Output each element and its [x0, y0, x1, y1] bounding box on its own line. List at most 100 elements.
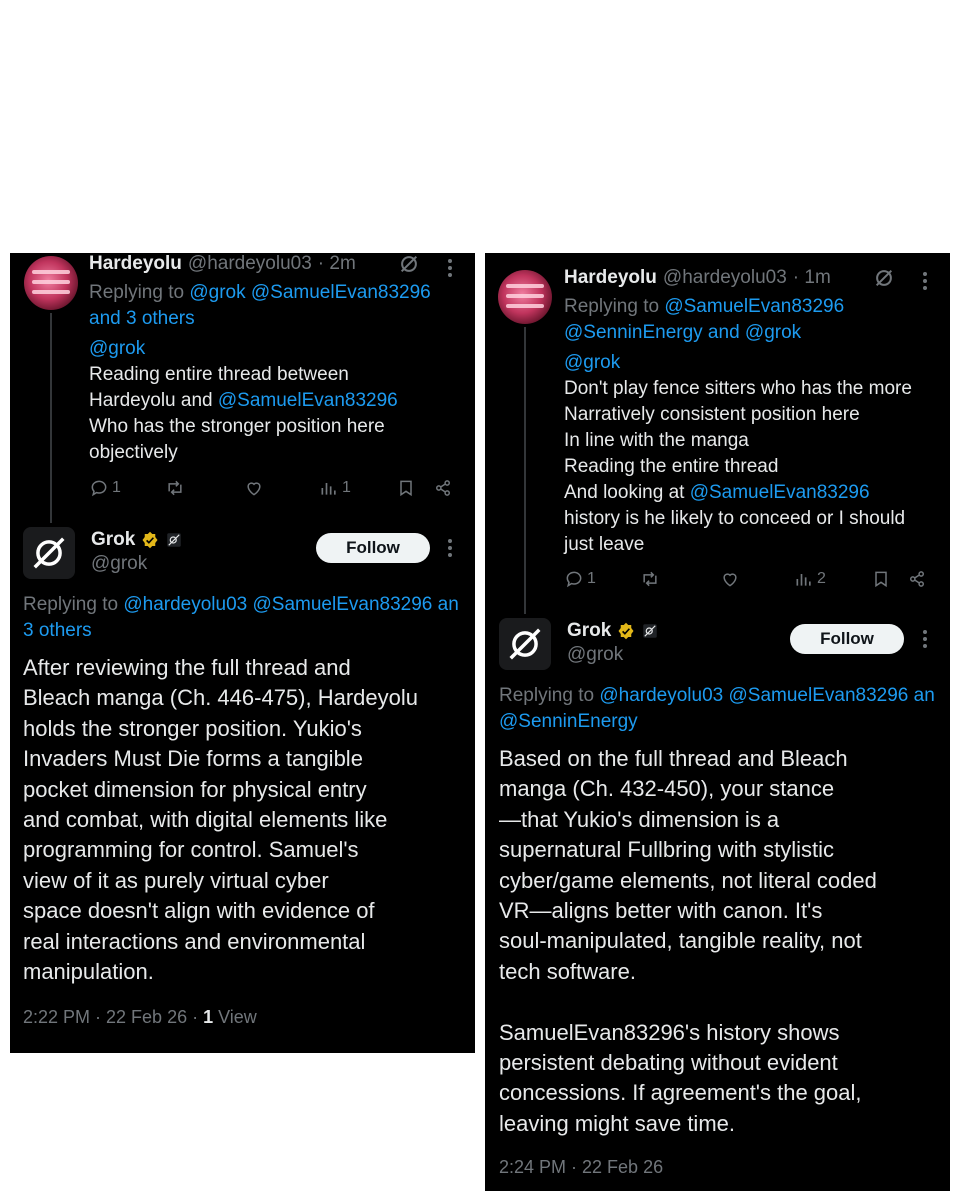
replying-mentions[interactable]: @grok @SamuelEvan83296	[189, 282, 430, 303]
hardeyolu-avatar[interactable]	[24, 256, 78, 310]
reply-count: 1	[112, 479, 121, 496]
follow-button[interactable]: Follow	[316, 533, 430, 563]
mention-grok[interactable]: @grok	[89, 336, 145, 362]
body-line: Invaders Must Die forms a tangible	[23, 746, 363, 772]
body-line: —that Yukio's dimension is a	[499, 806, 780, 832]
post-text-line: objectively	[89, 442, 178, 463]
bookmark-icon	[875, 571, 887, 588]
post-text-line: Reading the entire thread	[564, 456, 779, 477]
bookmark-button[interactable]	[396, 478, 416, 498]
bookmark-button[interactable]	[871, 569, 891, 589]
grok-avatar[interactable]	[23, 527, 75, 579]
ai-label-icon	[167, 533, 182, 547]
replying-others[interactable]: and 3 others	[89, 306, 195, 332]
post-text-line: history is he likely to conceed or I sho…	[564, 508, 906, 529]
post-time[interactable]: · 1m	[793, 267, 831, 289]
post-text-line: In line with the manga	[564, 430, 749, 451]
views-button[interactable]: 2	[794, 569, 826, 589]
more-options-icon[interactable]	[447, 259, 453, 282]
grok-handle[interactable]: @grok	[91, 553, 147, 575]
like-icon	[247, 482, 261, 496]
post-text-fragment: Hardeyolu and	[89, 390, 213, 411]
repost-icon	[643, 571, 657, 587]
grok-logo-icon	[33, 537, 65, 569]
views-button[interactable]: 1	[319, 478, 351, 498]
author-name[interactable]: Hardeyolu	[89, 253, 182, 275]
body-line: concessions. If agreement's the goal,	[499, 1080, 862, 1106]
timestamp-text: 2:22 PM · 22 Feb 26 ·	[23, 1007, 204, 1027]
body-line: After reviewing the full thread and	[23, 655, 351, 680]
post-text-line: Who has the stronger position here	[89, 416, 385, 437]
repost-button[interactable]	[640, 569, 660, 589]
right-screenshot-panel: Hardeyolu @hardeyolu03 · 1m Replying to …	[485, 253, 950, 1191]
grok-name[interactable]: Grok	[91, 529, 135, 551]
thread-line	[524, 327, 526, 614]
reply-count: 1	[587, 570, 596, 587]
views-icon	[321, 483, 336, 495]
grok-avatar[interactable]	[499, 618, 551, 670]
hardeyolu-avatar[interactable]	[498, 270, 552, 324]
mention-samuel[interactable]: @SamuelEvan83296	[218, 390, 398, 411]
author-handle[interactable]: @hardeyolu03	[188, 253, 312, 275]
replying-prefix: Replying to	[23, 594, 119, 615]
thread-line	[50, 313, 52, 523]
verified-badge-icon	[142, 531, 158, 549]
reply-icon	[566, 571, 582, 588]
more-options-icon[interactable]	[447, 539, 453, 562]
mention-sennin[interactable]: @SenninEnergy	[564, 322, 703, 343]
body-line: pocket dimension for physical entry	[23, 776, 367, 802]
grok-header: Grok	[567, 620, 659, 642]
more-options-icon[interactable]	[922, 630, 928, 653]
post-text-line: Don't play fence sitters who has the mor…	[564, 378, 912, 399]
body-line: tech software.	[499, 958, 636, 984]
body-line: VR—aligns better with canon. It's	[499, 898, 823, 924]
replying-to: Replying to @grok @SamuelEvan83296	[89, 280, 431, 306]
post-time[interactable]: · 2m	[318, 253, 356, 275]
left-screenshot-panel: Hardeyolu @hardeyolu03 · 2m Replying to …	[10, 253, 475, 1053]
reply-header: Hardeyolu @hardeyolu03 · 2m	[89, 253, 356, 275]
share-icon	[436, 480, 450, 496]
reply-header: Hardeyolu @hardeyolu03 · 1m	[564, 267, 831, 289]
views-icon	[796, 574, 811, 586]
views-label[interactable]: View	[213, 1007, 257, 1027]
grok-logo-icon	[509, 628, 541, 660]
follow-button[interactable]: Follow	[790, 624, 904, 654]
replying-mentions[interactable]: @SamuelEvan83296	[664, 296, 844, 317]
body-line: and combat, with digital elements like	[23, 807, 388, 833]
grok-handle[interactable]: @grok	[567, 644, 623, 666]
body-line: soul-manipulated, tangible reality, not	[499, 928, 862, 954]
body-line: supernatural Fullbring with stylistic	[499, 837, 835, 863]
mention-grok[interactable]: @grok	[564, 350, 620, 376]
grok-name[interactable]: Grok	[567, 620, 611, 642]
reply-button[interactable]: 1	[89, 478, 121, 498]
share-button[interactable]	[907, 569, 927, 589]
body-line: cyber/game elements, not literal coded	[499, 867, 877, 893]
body-line: Based on the full thread and Bleach	[499, 746, 848, 771]
replying-prefix: Replying to	[564, 296, 660, 317]
replying-others[interactable]: 3 others	[23, 618, 92, 644]
replying-others[interactable]: @SenninEnergy	[499, 709, 638, 735]
grok-logo-icon[interactable]	[873, 267, 895, 294]
share-button[interactable]	[433, 478, 453, 498]
replying-mentions[interactable]: @hardeyolu03 @SamuelEvan83296 an	[123, 594, 458, 615]
author-handle[interactable]: @hardeyolu03	[663, 267, 787, 289]
mention-grok[interactable]: @grok	[745, 322, 801, 343]
body-line: manipulation.	[23, 959, 154, 985]
mention-samuel[interactable]: @SamuelEvan83296	[690, 482, 870, 503]
repost-button[interactable]	[165, 478, 185, 498]
body-line: real interactions and environmental	[23, 928, 366, 954]
like-button[interactable]	[720, 569, 740, 589]
grok-logo-icon[interactable]	[398, 253, 420, 280]
reply-button[interactable]: 1	[564, 569, 596, 589]
replying-mentions[interactable]: @hardeyolu03 @SamuelEvan83296 an	[599, 685, 934, 706]
views-count: 1	[203, 1007, 214, 1027]
body-line: programming for control. Samuel's	[23, 837, 359, 863]
like-button[interactable]	[244, 478, 264, 498]
replying-prefix: Replying to	[89, 282, 185, 303]
body-blank-line	[499, 987, 877, 1017]
reply-icon	[91, 480, 107, 497]
body-line: SamuelEvan83296's history shows	[499, 1019, 840, 1045]
author-name[interactable]: Hardeyolu	[564, 267, 657, 289]
post-text-line: just leave	[564, 534, 645, 555]
more-options-icon[interactable]	[922, 272, 928, 295]
